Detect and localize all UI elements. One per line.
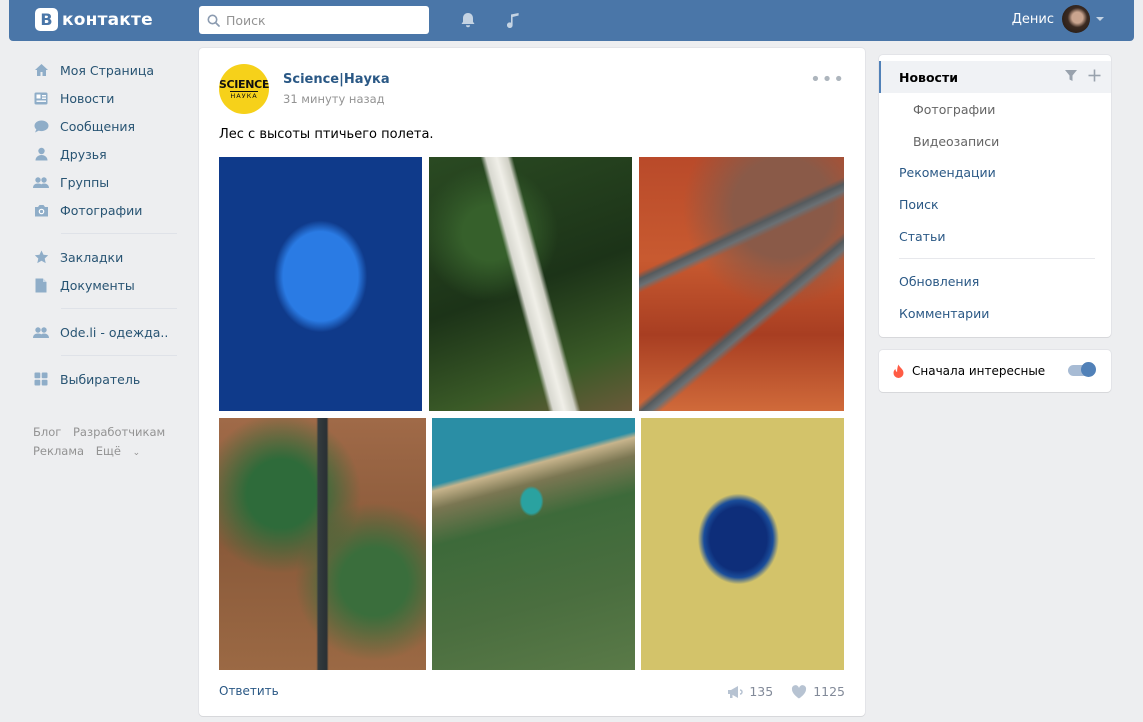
- news-filter-panel: Новости Фотографии Видеозаписи Рекоменда…: [879, 55, 1111, 337]
- avatar-text-science: SCIENCE: [219, 77, 269, 91]
- filter-item-articles[interactable]: Статьи: [879, 220, 1111, 252]
- logo-mark: В: [35, 8, 58, 31]
- vk-logo[interactable]: В контакте: [35, 8, 153, 31]
- interesting-first-toggle[interactable]: [1068, 362, 1096, 377]
- footer-link-more[interactable]: Ещё ⌄: [96, 444, 148, 458]
- filter-item-videos[interactable]: Видеозаписи: [879, 125, 1111, 157]
- share-button[interactable]: 135: [727, 684, 773, 699]
- news-icon: [33, 90, 49, 106]
- reply-link[interactable]: Ответить: [219, 684, 279, 698]
- filter-divider: [899, 258, 1095, 259]
- search-box: [199, 6, 429, 34]
- forest-river-photo[interactable]: [429, 157, 632, 411]
- nav-label: Ode.li - одежда..: [60, 324, 169, 340]
- apps-icon: [33, 371, 49, 387]
- bell-icon[interactable]: [458, 10, 478, 30]
- groups-icon: [33, 174, 49, 190]
- nav-label: Документы: [60, 277, 135, 293]
- toggle-knob: [1081, 362, 1096, 377]
- interesting-first-label: Сначала интересные: [912, 364, 1046, 378]
- nav-bookmarks[interactable]: Закладки: [33, 243, 183, 271]
- home-icon: [33, 62, 49, 78]
- community-avatar[interactable]: SCIENCE НАУКА: [219, 64, 269, 114]
- nav-photos[interactable]: Фотографии: [33, 196, 183, 224]
- plus-icon[interactable]: [1088, 69, 1101, 82]
- star-icon: [33, 249, 49, 265]
- nav-news[interactable]: Новости: [33, 84, 183, 112]
- like-count: 1125: [813, 684, 845, 699]
- forest-lake-photo[interactable]: [219, 157, 422, 411]
- nav-my-page[interactable]: Моя Страница: [33, 56, 183, 84]
- forest-road-photo[interactable]: [219, 418, 426, 670]
- nav-groups[interactable]: Группы: [33, 168, 183, 196]
- nav-divider: [61, 355, 177, 356]
- logo-text: контакте: [62, 9, 153, 30]
- post-time[interactable]: 31 минуту назад: [283, 92, 385, 106]
- nav-label: Моя Страница: [60, 62, 154, 78]
- footer-link-developers[interactable]: Разработчикам: [73, 425, 165, 439]
- footer-more-label: Ещё: [95, 444, 121, 458]
- user-name: Денис: [1011, 11, 1054, 27]
- forest-pond-photo[interactable]: [641, 418, 844, 670]
- nav-label: Новости: [60, 90, 115, 106]
- search-input[interactable]: [226, 12, 416, 28]
- megaphone-icon: [728, 685, 744, 698]
- friends-icon: [33, 146, 49, 162]
- share-count: 135: [749, 684, 774, 699]
- fire-icon: [893, 364, 904, 378]
- nav-messages[interactable]: Сообщения: [33, 112, 183, 140]
- left-sidebar: Моя Страница Новости Сообщения Друзья Гр…: [33, 56, 183, 463]
- footer-links: Блог Разработчикам Реклама Ещё ⌄: [33, 423, 183, 463]
- news-post: SCIENCE НАУКА Science|Наука 31 минуту на…: [199, 48, 865, 716]
- filter-item-comments[interactable]: Комментарии: [879, 297, 1111, 329]
- nav-app-vybiratel[interactable]: Выбиратель: [33, 365, 183, 393]
- footer-link-ads[interactable]: Реклама: [33, 444, 84, 458]
- chevron-down-icon: [1096, 17, 1104, 21]
- search-icon: [207, 14, 220, 27]
- heart-icon: [792, 684, 807, 698]
- interesting-first-panel: Сначала интересные: [879, 350, 1111, 392]
- groups-icon: [33, 324, 49, 340]
- chevron-down-icon: ⌄: [132, 448, 141, 458]
- filter-label: Новости: [899, 69, 958, 85]
- filter-item-search[interactable]: Поиск: [879, 188, 1111, 220]
- nav-label: Друзья: [60, 146, 107, 162]
- nav-label: Закладки: [60, 249, 124, 265]
- more-icon[interactable]: •••: [810, 71, 845, 89]
- post-stats: 135 1125: [709, 684, 845, 699]
- filter-item-photos[interactable]: Фотографии: [879, 93, 1111, 125]
- music-icon[interactable]: [503, 10, 523, 30]
- nav-documents[interactable]: Документы: [33, 271, 183, 299]
- filter-item-updates[interactable]: Обновления: [879, 265, 1111, 297]
- filter-item-recommendations[interactable]: Рекомендации: [879, 156, 1111, 188]
- forest-shore-photo[interactable]: [432, 418, 635, 670]
- messages-icon: [33, 118, 49, 134]
- nav-group-odeli[interactable]: Ode.li - одежда..: [33, 318, 183, 346]
- document-icon: [33, 277, 49, 293]
- camera-icon: [33, 202, 49, 218]
- nav-friends[interactable]: Друзья: [33, 140, 183, 168]
- nav-divider: [61, 233, 177, 234]
- nav-label: Фотографии: [60, 202, 143, 218]
- nav-label: Выбиратель: [60, 371, 141, 387]
- like-button[interactable]: 1125: [791, 684, 845, 699]
- autumn-road-photo[interactable]: [639, 157, 844, 411]
- nav-label: Группы: [60, 174, 110, 190]
- filter-tools: [1064, 69, 1101, 82]
- nav-divider: [61, 308, 177, 309]
- post-author-link[interactable]: Science|Наука: [283, 72, 390, 87]
- user-avatar: [1062, 5, 1090, 33]
- nav-label: Сообщения: [60, 118, 136, 134]
- avatar-text-nauka: НАУКА: [230, 90, 258, 100]
- filter-icon[interactable]: [1064, 69, 1078, 82]
- footer-link-blog[interactable]: Блог: [33, 425, 61, 439]
- top-header: В контакте Денис: [9, 0, 1134, 41]
- user-menu[interactable]: Денис: [1012, 5, 1104, 33]
- post-text: Лес с высоты птичьего полета.: [219, 127, 434, 142]
